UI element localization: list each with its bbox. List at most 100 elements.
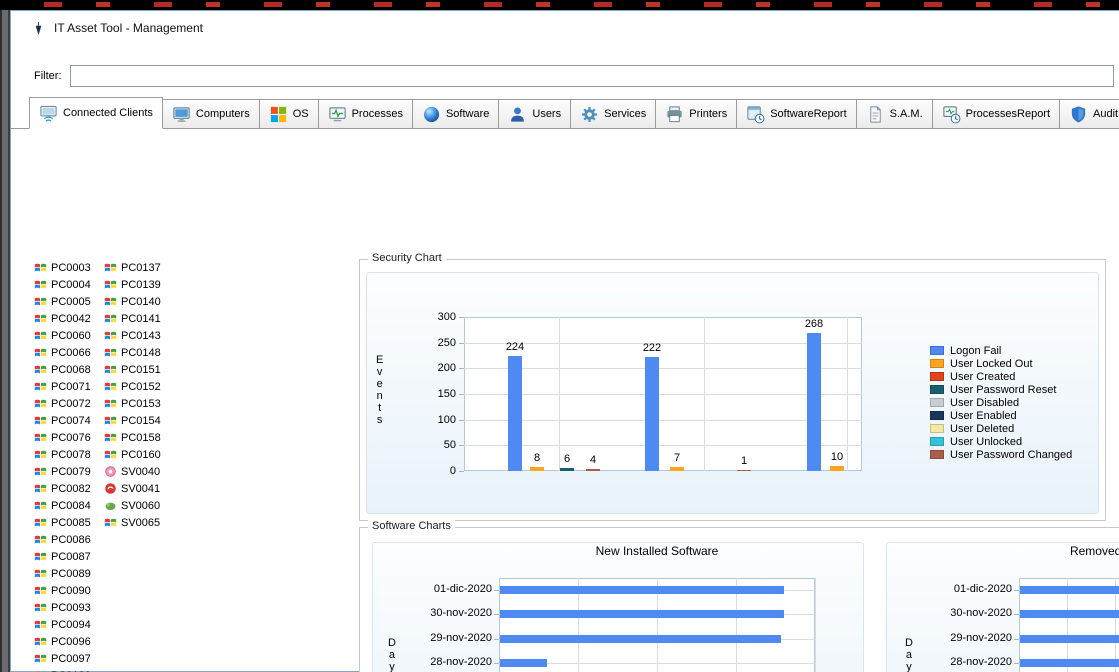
list-item[interactable]: PC0079 [34,463,91,480]
list-item[interactable]: SV0060 [104,497,161,514]
y-axis-tick [1014,663,1019,664]
list-item[interactable]: PC0072 [34,395,91,412]
gear-icon [580,105,599,124]
list-item[interactable]: PC0089 [34,565,91,582]
list-item[interactable]: PC0139 [104,276,161,293]
list-item[interactable]: PC0071 [34,378,91,395]
list-item[interactable]: PC0087 [34,548,91,565]
tab-software[interactable]: Software [413,99,499,129]
list-item[interactable]: PC0074 [34,412,91,429]
list-item[interactable]: PC0084 [34,497,91,514]
tab-computers[interactable]: Computers [163,99,260,129]
category-label: 28-nov-2020 [417,656,492,668]
gridline [464,445,862,446]
security-chart: 0501001502002503002248642227126810Events… [360,260,1105,520]
list-item[interactable]: PC0060 [34,327,91,344]
chart-title: New Installed Software [557,544,757,558]
category-label: 01-dic-2020 [937,583,1012,595]
list-item[interactable]: PC0137 [104,259,161,276]
windows-flag-icon [104,312,117,325]
list-item[interactable]: PC0141 [104,310,161,327]
list-item[interactable]: PC0003 [34,259,91,276]
y-axis-tick [459,317,464,318]
tab-processesreport[interactable]: ProcessesReport [933,99,1060,129]
y-axis-tick [1014,590,1019,591]
client-name: PC0005 [51,296,91,308]
list-item[interactable]: PC0148 [104,344,161,361]
client-list-column: PC0003PC0004PC0005PC0042PC0060PC0066PC00… [34,259,91,672]
client-name: SV0041 [121,483,160,495]
list-item[interactable]: PC0086 [34,531,91,548]
list-item[interactable]: PC0082 [34,480,91,497]
list-item[interactable]: PC0154 [104,412,161,429]
tab-processes[interactable]: Processes [319,99,413,129]
windows-flag-icon [34,550,47,563]
list-item[interactable]: PC0078 [34,446,91,463]
list-item[interactable]: SV0065 [104,514,161,531]
list-item[interactable]: PC0096 [34,633,91,650]
list-item[interactable]: PC0076 [34,429,91,446]
tab-label: Printers [689,108,727,120]
tab-services[interactable]: Services [571,99,656,129]
monitor-pulse-icon [328,105,347,124]
windows-flag-icon [34,363,47,376]
tab-users[interactable]: Users [499,99,571,129]
list-item[interactable]: PC0158 [104,429,161,446]
list-item[interactable]: PC0093 [34,599,91,616]
windows-flag-icon [34,533,47,546]
legend-swatch [930,411,944,420]
list-item[interactable]: PC0140 [104,293,161,310]
client-name: SV0040 [121,466,160,478]
bar-value-label: 1 [727,455,761,467]
filter-input[interactable] [70,65,1115,87]
list-item[interactable]: PC0094 [34,616,91,633]
legend-swatch [930,424,944,433]
chart-bar [1020,635,1119,643]
y-axis-title: Days [388,637,396,672]
list-item[interactable]: PC0066 [34,344,91,361]
list-item[interactable]: PC0151 [104,361,161,378]
title-bar[interactable]: IT Asset Tool - Management [11,11,1119,45]
list-item[interactable]: SV0040 [104,463,161,480]
red-circle-icon [104,482,117,495]
list-item[interactable]: PC0042 [34,310,91,327]
client-name: PC0042 [51,313,91,325]
list-item[interactable]: SV0041 [104,480,161,497]
list-item[interactable]: PC0085 [34,514,91,531]
list-item[interactable]: PC0090 [34,582,91,599]
gridline [704,317,705,471]
software-report-icon [746,105,765,124]
legend-item: User Created [930,371,1072,382]
tab-s-a-m[interactable]: S.A.M. [857,99,933,129]
pink-ring-icon [104,465,117,478]
list-item[interactable]: PC0160 [104,446,161,463]
filter-row: Filter: [34,64,1114,88]
legend-label: User Unlocked [950,436,1022,448]
tab-audit[interactable]: Audit [1060,99,1119,129]
list-item[interactable]: PC0152 [104,378,161,395]
list-item[interactable]: PC0068 [34,361,91,378]
y-axis-title-letter: t [378,402,381,414]
windows-flag-icon [34,329,47,342]
windows-flag-icon [104,448,117,461]
y-axis-title: Days [905,637,913,672]
list-item[interactable]: PC0143 [104,327,161,344]
tab-softwarereport[interactable]: SoftwareReport [737,99,856,129]
list-item[interactable]: PC0004 [34,276,91,293]
y-axis-tick [459,420,464,421]
tab-connected-clients[interactable]: Connected Clients [29,97,163,129]
windows-flag-icon [34,652,47,665]
y-axis-tick [494,663,499,664]
chart-bar [500,659,547,667]
list-item[interactable]: PC0005 [34,293,91,310]
tab-printers[interactable]: Printers [656,99,737,129]
windows-flag-icon [34,397,47,410]
tab-os[interactable]: OS [260,99,319,129]
list-item[interactable]: PC0097 [34,650,91,667]
client-name: PC0003 [51,262,91,274]
legend-label: User Password Reset [950,384,1056,396]
list-item[interactable]: PC0120 [34,667,91,672]
legend-item: User Unlocked [930,436,1072,447]
y-axis-tick [494,614,499,615]
list-item[interactable]: PC0153 [104,395,161,412]
